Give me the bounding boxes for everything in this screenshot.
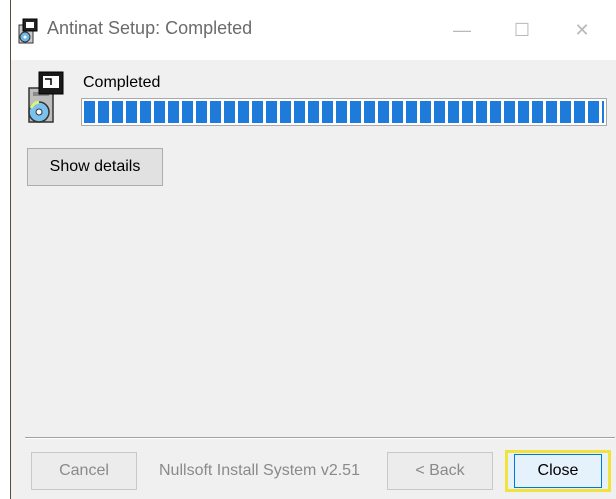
installer-package-icon <box>17 17 41 45</box>
title-bar[interactable]: Antinat Setup: Completed — ☐ ✕ <box>11 0 616 60</box>
progress-fill <box>84 101 604 123</box>
branding-text: Nullsoft Install System v2.51 <box>159 462 360 479</box>
maximize-button[interactable]: ☐ <box>499 10 545 50</box>
close-window-button[interactable]: ✕ <box>559 10 605 50</box>
close-button[interactable]: Close <box>505 450 611 492</box>
minimize-button[interactable]: — <box>439 10 485 50</box>
back-button[interactable]: < Back <box>387 452 493 490</box>
close-button-label: Close <box>514 454 602 488</box>
progress-bar <box>81 98 607 126</box>
window-title: Antinat Setup: Completed <box>47 18 253 38</box>
separator <box>25 437 615 439</box>
left-background-edge <box>0 0 10 499</box>
installer-package-icon <box>25 70 65 126</box>
setup-window: Antinat Setup: Completed — ☐ ✕ Completed… <box>10 0 616 499</box>
show-details-button[interactable]: Show details <box>27 148 163 186</box>
status-label: Completed <box>83 74 161 91</box>
cancel-button[interactable]: Cancel <box>31 452 137 490</box>
